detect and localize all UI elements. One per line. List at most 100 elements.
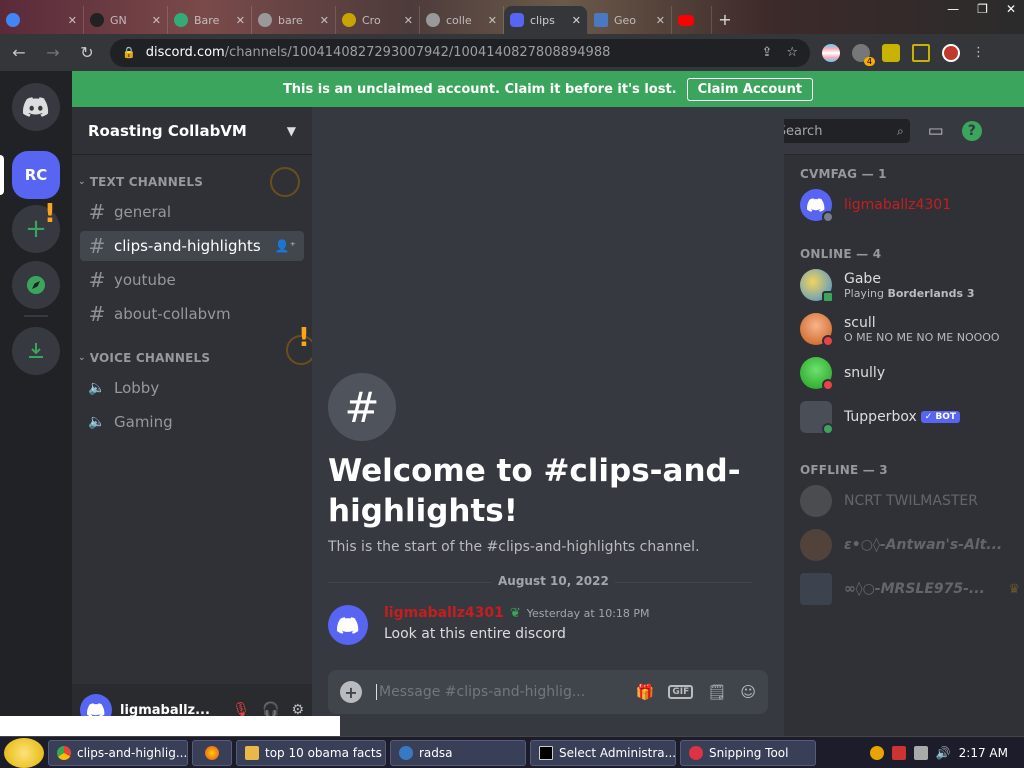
status-offline-dot xyxy=(822,211,834,223)
sticker-icon[interactable]: 🗒 xyxy=(707,683,726,701)
new-tab-button[interactable]: + xyxy=(712,6,738,34)
shield-tray-icon[interactable] xyxy=(891,745,906,760)
discord-home-button[interactable] xyxy=(12,83,60,131)
start-button[interactable] xyxy=(4,737,44,768)
reload-icon[interactable]: ↻ xyxy=(76,43,98,62)
browser-tab-gnu[interactable]: GN ✕ xyxy=(84,6,168,34)
close-icon[interactable]: ✕ xyxy=(656,14,665,27)
browser-tab-geo[interactable]: Geo ✕ xyxy=(588,6,672,34)
member-avatar xyxy=(800,529,832,561)
browser-tab-colle[interactable]: colle ✕ xyxy=(420,6,504,34)
bot-badge: ✓ BOT xyxy=(920,411,961,423)
taskbar-firefox[interactable] xyxy=(192,739,232,766)
voice-channels-category[interactable]: ⌄ VOICE CHANNELS xyxy=(78,351,210,365)
emoji-icon[interactable]: ☺ xyxy=(740,683,756,701)
channel-general[interactable]: # general xyxy=(80,197,304,227)
taskbar-chrome[interactable]: clips-and-highlig... xyxy=(48,739,188,766)
crown-icon: ♛ xyxy=(1008,581,1020,597)
taskbar-folder[interactable]: top 10 obama facts xyxy=(236,739,386,766)
inbox-icon[interactable]: ▭ xyxy=(928,121,944,141)
chrome-web-icon xyxy=(342,13,356,27)
youtube-icon xyxy=(678,14,694,26)
extensions-row: 4 ⋮ xyxy=(822,43,985,66)
member-ligmaballz4301[interactable]: ligmaballz4301 xyxy=(800,185,1020,225)
new-member-sprout-icon: ❦ xyxy=(509,605,521,621)
hash-icon: # xyxy=(88,234,106,258)
member-gabe[interactable]: Gabe Playing Borderlands 3 xyxy=(800,265,1020,305)
triangle-icon xyxy=(594,13,608,27)
search-input[interactable]: Search ⌕ xyxy=(771,119,910,143)
gnu-icon xyxy=(90,13,104,27)
pride-extension-icon[interactable] xyxy=(822,43,840,62)
magnifier-tray-icon[interactable] xyxy=(869,745,884,760)
taskbar-cmd[interactable]: Select Administra... xyxy=(530,739,676,766)
member-snully[interactable]: snully xyxy=(800,353,1020,393)
sidepanel-icon[interactable] xyxy=(912,43,930,62)
member-tupperbox[interactable]: Tupperbox ✓ BOT xyxy=(800,397,1020,437)
member-antwans-alt[interactable]: ε•○◊-Antwan's-Alt... xyxy=(800,525,1020,565)
close-icon[interactable]: ✕ xyxy=(488,14,497,27)
bookmark-star-icon[interactable]: ☆ xyxy=(786,45,798,60)
create-invite-icon[interactable]: 👤⁺ xyxy=(275,239,296,253)
network-tray-icon[interactable] xyxy=(913,745,928,760)
browser-tab-cro[interactable]: Cro ✕ xyxy=(336,6,420,34)
gift-icon[interactable]: 🎁 xyxy=(636,683,655,701)
voice-channel-gaming[interactable]: 🔈 Gaming xyxy=(80,407,304,437)
back-arrow-icon[interactable]: ← xyxy=(8,43,30,62)
close-icon[interactable]: ✕ xyxy=(68,14,77,27)
upload-plus-icon[interactable]: + xyxy=(340,681,362,703)
forward-arrow-icon[interactable]: → xyxy=(42,43,64,62)
member-avatar xyxy=(800,357,834,391)
share-icon[interactable]: ⇪ xyxy=(761,45,772,60)
member-ncrt-twilmaster[interactable]: NCRT TWILMASTER xyxy=(800,481,1020,521)
help-icon[interactable]: ? xyxy=(961,121,982,141)
channel-clips-and-highlights[interactable]: # clips-and-highlights 👤⁺ xyxy=(80,231,304,261)
puzzle-extensions-icon[interactable] xyxy=(882,43,900,62)
member-avatar xyxy=(800,573,832,605)
close-icon[interactable]: ✕ xyxy=(152,14,161,27)
voice-channel-lobby[interactable]: 🔈 Lobby xyxy=(80,373,304,403)
browser-tab-bare[interactable]: Bare ✕ xyxy=(168,6,252,34)
close-window-icon[interactable]: ✕ xyxy=(1006,2,1016,16)
close-icon[interactable]: ✕ xyxy=(236,14,245,27)
minimize-icon[interactable]: — xyxy=(947,2,959,16)
close-icon[interactable]: ✕ xyxy=(320,14,329,27)
taskbar-radsa[interactable]: radsa xyxy=(390,739,526,766)
message-author[interactable]: ligmaballz4301 xyxy=(384,605,504,621)
close-icon[interactable]: ✕ xyxy=(404,14,413,27)
claim-account-button[interactable]: Claim Account xyxy=(686,77,814,101)
download-apps-button[interactable] xyxy=(12,327,60,375)
browser-tab-google[interactable]: ✕ xyxy=(0,6,84,34)
download-icon xyxy=(29,343,43,358)
member-avatar xyxy=(800,485,832,517)
speaker-tray-icon[interactable]: 🔊 xyxy=(936,746,951,760)
browser-tab-clips[interactable]: clips ✕ xyxy=(504,6,588,34)
url-field[interactable]: 🔒 discord.com/channels/10041408272930079… xyxy=(110,38,810,67)
message-input[interactable]: Message #clips-and-highlig... xyxy=(376,684,622,700)
kebab-menu-icon[interactable]: ⋮ xyxy=(972,45,985,60)
browser-tab-youtube[interactable] xyxy=(672,6,712,34)
channel-youtube[interactable]: # youtube xyxy=(80,265,304,295)
server-icon-roasting-collabvm[interactable]: RC xyxy=(12,151,60,199)
extension-badge-icon[interactable]: 4 xyxy=(852,43,875,66)
message-author-avatar[interactable] xyxy=(328,605,368,645)
taskbar-snipping[interactable]: Snipping Tool xyxy=(680,739,816,766)
member-mrsle975[interactable]: ∞◊○-MRSLE975-... ♛ xyxy=(800,569,1020,609)
profile-avatar-icon[interactable] xyxy=(942,43,960,62)
address-bar-row: ← → ↻ 🔒 discord.com/channels/10041408272… xyxy=(0,34,1024,71)
member-avatar xyxy=(800,269,834,303)
explore-servers-button[interactable] xyxy=(12,261,60,309)
window-controls: — ❐ ✕ xyxy=(947,2,1016,16)
channel-about-collabvm[interactable]: # about-collabvm xyxy=(80,299,304,329)
app-icon xyxy=(399,745,413,760)
warning-exclamation-icon: ! xyxy=(298,323,310,353)
close-icon[interactable]: ✕ xyxy=(572,14,581,27)
discord-logo-icon xyxy=(87,703,105,717)
browser-tab-bare-2[interactable]: bare ✕ xyxy=(252,6,336,34)
text-channels-category[interactable]: ⌄ TEXT CHANNELS xyxy=(78,175,203,189)
member-scull[interactable]: scull O ME NO ME NO ME NOOOO xyxy=(800,309,1020,349)
maximize-icon[interactable]: ❐ xyxy=(977,2,988,16)
server-header[interactable]: Roasting CollabVM ▼ xyxy=(72,107,312,155)
gif-button[interactable]: GIF xyxy=(668,685,694,699)
guild-sidebar: RC + ! xyxy=(0,71,72,736)
